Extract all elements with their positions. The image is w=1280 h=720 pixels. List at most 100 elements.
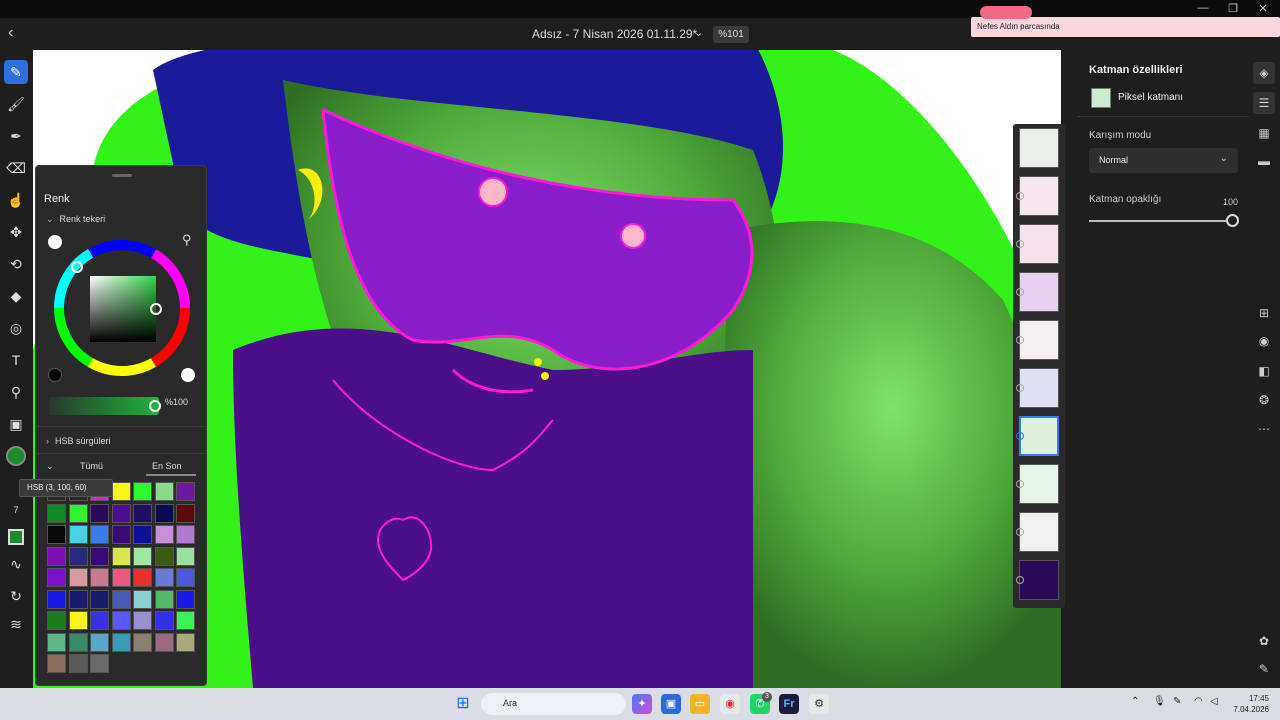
color-swatch[interactable] (154, 503, 174, 523)
tab-all[interactable]: Tümü (80, 461, 103, 471)
fill-tool-icon[interactable]: ◆ (4, 284, 28, 308)
color-swatch[interactable] (133, 503, 152, 523)
color-swatch[interactable] (90, 568, 109, 587)
color-swatch[interactable] (68, 568, 88, 587)
document-title[interactable]: Adsız - 7 Nisan 2026 01.11.29* (532, 27, 697, 41)
text-tool-icon[interactable]: T (4, 348, 28, 372)
add-layer-icon[interactable]: ⊞ (1253, 302, 1275, 324)
color-swatch[interactable] (111, 525, 131, 544)
color-swatch[interactable] (68, 611, 88, 630)
color-swatch[interactable] (68, 546, 88, 566)
color-swatch[interactable] (111, 589, 131, 609)
more-icon[interactable]: ⋯ (1253, 418, 1275, 440)
color-swatch[interactable] (90, 589, 109, 609)
layer-opacity-track[interactable] (1089, 220, 1232, 222)
color-swatch[interactable] (154, 546, 174, 566)
color-wheel-section-toggle[interactable]: ⌄ Renk tekeri (46, 214, 105, 225)
assets-icon[interactable]: ✿ (1253, 630, 1275, 652)
layer-visibility-toggle[interactable] (1016, 528, 1024, 536)
color-panel[interactable]: Renk ⌄ Renk tekeri ⚲ %100 › HSB sürgüleri (35, 165, 207, 686)
zoom-level[interactable]: %101 (713, 26, 749, 43)
copilot-icon[interactable]: ✦ (632, 694, 652, 714)
layer-visibility-toggle[interactable] (1016, 192, 1024, 200)
opacity-slider[interactable] (49, 397, 159, 415)
color-swatch[interactable] (133, 611, 152, 630)
layer-thumbnail[interactable] (1019, 560, 1059, 600)
store-icon[interactable]: ▣ (661, 694, 681, 714)
app-icon[interactable]: ⚙ (809, 694, 829, 714)
color-swatch[interactable] (176, 482, 195, 501)
color-swatch[interactable] (111, 632, 131, 652)
color-swatch[interactable] (111, 546, 131, 566)
color-swatch[interactable] (176, 589, 195, 609)
opacity-slider-knob[interactable] (149, 400, 161, 412)
black-swatch[interactable] (48, 368, 62, 382)
layer-opacity-knob[interactable] (1226, 214, 1239, 227)
wifi-icon[interactable]: ◠ (1194, 696, 1203, 707)
layer-visibility-toggle[interactable] (1016, 240, 1024, 248)
grid-icon[interactable]: ▦ (1253, 122, 1275, 144)
effects-icon[interactable]: ❂ (1253, 389, 1275, 411)
notification-toast[interactable]: Nefes Aldın parcasında (971, 17, 1280, 37)
color-swatch[interactable] (90, 525, 109, 544)
volume-icon[interactable]: ◁ (1210, 696, 1218, 707)
color-swatch[interactable] (111, 611, 131, 630)
panel-drag-handle[interactable] (112, 174, 132, 177)
color-swatch[interactable] (90, 503, 109, 523)
swatch-collapse-icon[interactable]: ⌄ (46, 461, 54, 472)
color-square-icon[interactable] (4, 524, 28, 548)
color-swatch[interactable] (90, 654, 109, 673)
color-swatch[interactable] (68, 525, 88, 544)
tab-recent[interactable]: En Son (152, 461, 182, 471)
back-arrow-icon[interactable]: ‹ (8, 24, 13, 42)
layer-thumbnail[interactable] (1019, 224, 1059, 264)
color-swatch[interactable] (133, 525, 152, 544)
smudge-tool-icon[interactable]: ☝ (4, 188, 28, 212)
brush-size-value[interactable]: 7 (4, 498, 28, 522)
pen-icon[interactable]: ✎ (1173, 696, 1181, 707)
layer-visibility-toggle[interactable] (1016, 288, 1024, 296)
color-swatch[interactable] (176, 503, 195, 523)
color-swatch[interactable] (90, 546, 109, 566)
ruler-icon[interactable]: ✎ (1253, 658, 1275, 680)
color-swatch[interactable] (176, 632, 195, 652)
chrome-icon[interactable]: ◉ (720, 694, 740, 714)
layers-icon[interactable]: ◈ (1253, 62, 1275, 84)
stroke-tool-icon[interactable]: ∿ (4, 552, 28, 576)
layer-thumbnail[interactable] (1019, 176, 1059, 216)
color-swatch[interactable] (176, 546, 195, 566)
color-swatch[interactable] (154, 525, 174, 544)
color-swatch[interactable] (111, 482, 131, 501)
eyedropper-tool-icon[interactable]: ⚲ (4, 380, 28, 404)
layer-visibility-toggle[interactable] (1016, 384, 1024, 392)
lasso-tool-icon[interactable]: ⟲ (4, 252, 28, 276)
brush-tool-icon[interactable]: 🖌 (4, 92, 28, 116)
color-swatch[interactable] (133, 482, 152, 501)
blend-mode-select[interactable]: Normal ⌄ (1089, 148, 1238, 173)
color-swatch[interactable] (154, 589, 174, 609)
color-swatch[interactable] (133, 632, 152, 652)
chevron-up-icon[interactable]: ⌃ (1131, 696, 1139, 707)
image-tool-icon[interactable]: ▣ (4, 412, 28, 436)
color-swatch[interactable] (68, 654, 88, 673)
comment-icon[interactable]: ▬ (1253, 150, 1275, 172)
color-swatch[interactable] (176, 568, 195, 587)
color-swatch[interactable] (154, 568, 174, 587)
stabilizer-tool-icon[interactable]: ↻ (4, 584, 28, 608)
layer-thumbnail[interactable] (1019, 272, 1059, 312)
color-swatch[interactable] (176, 525, 195, 544)
liquify-tool-icon[interactable]: ◎ (4, 316, 28, 340)
taskbar-search[interactable]: Ara (481, 693, 626, 715)
clock[interactable]: 17:45 7.04.2026 (1227, 693, 1269, 715)
hsb-section-toggle[interactable]: › HSB sürgüleri (46, 436, 111, 446)
maximize-button[interactable]: ❐ (1218, 2, 1248, 15)
microphone-icon[interactable]: 🎙 (1153, 696, 1166, 707)
color-swatch[interactable] (47, 525, 66, 544)
color-swatch[interactable] (154, 482, 174, 501)
file-explorer-icon[interactable]: ▭ (690, 694, 710, 714)
color-swatch[interactable] (47, 589, 66, 609)
color-swatch[interactable] (47, 611, 66, 630)
color-swatch[interactable] (111, 568, 131, 587)
layer-visibility-toggle[interactable] (1016, 432, 1024, 440)
minimize-button[interactable]: — (1188, 2, 1218, 14)
